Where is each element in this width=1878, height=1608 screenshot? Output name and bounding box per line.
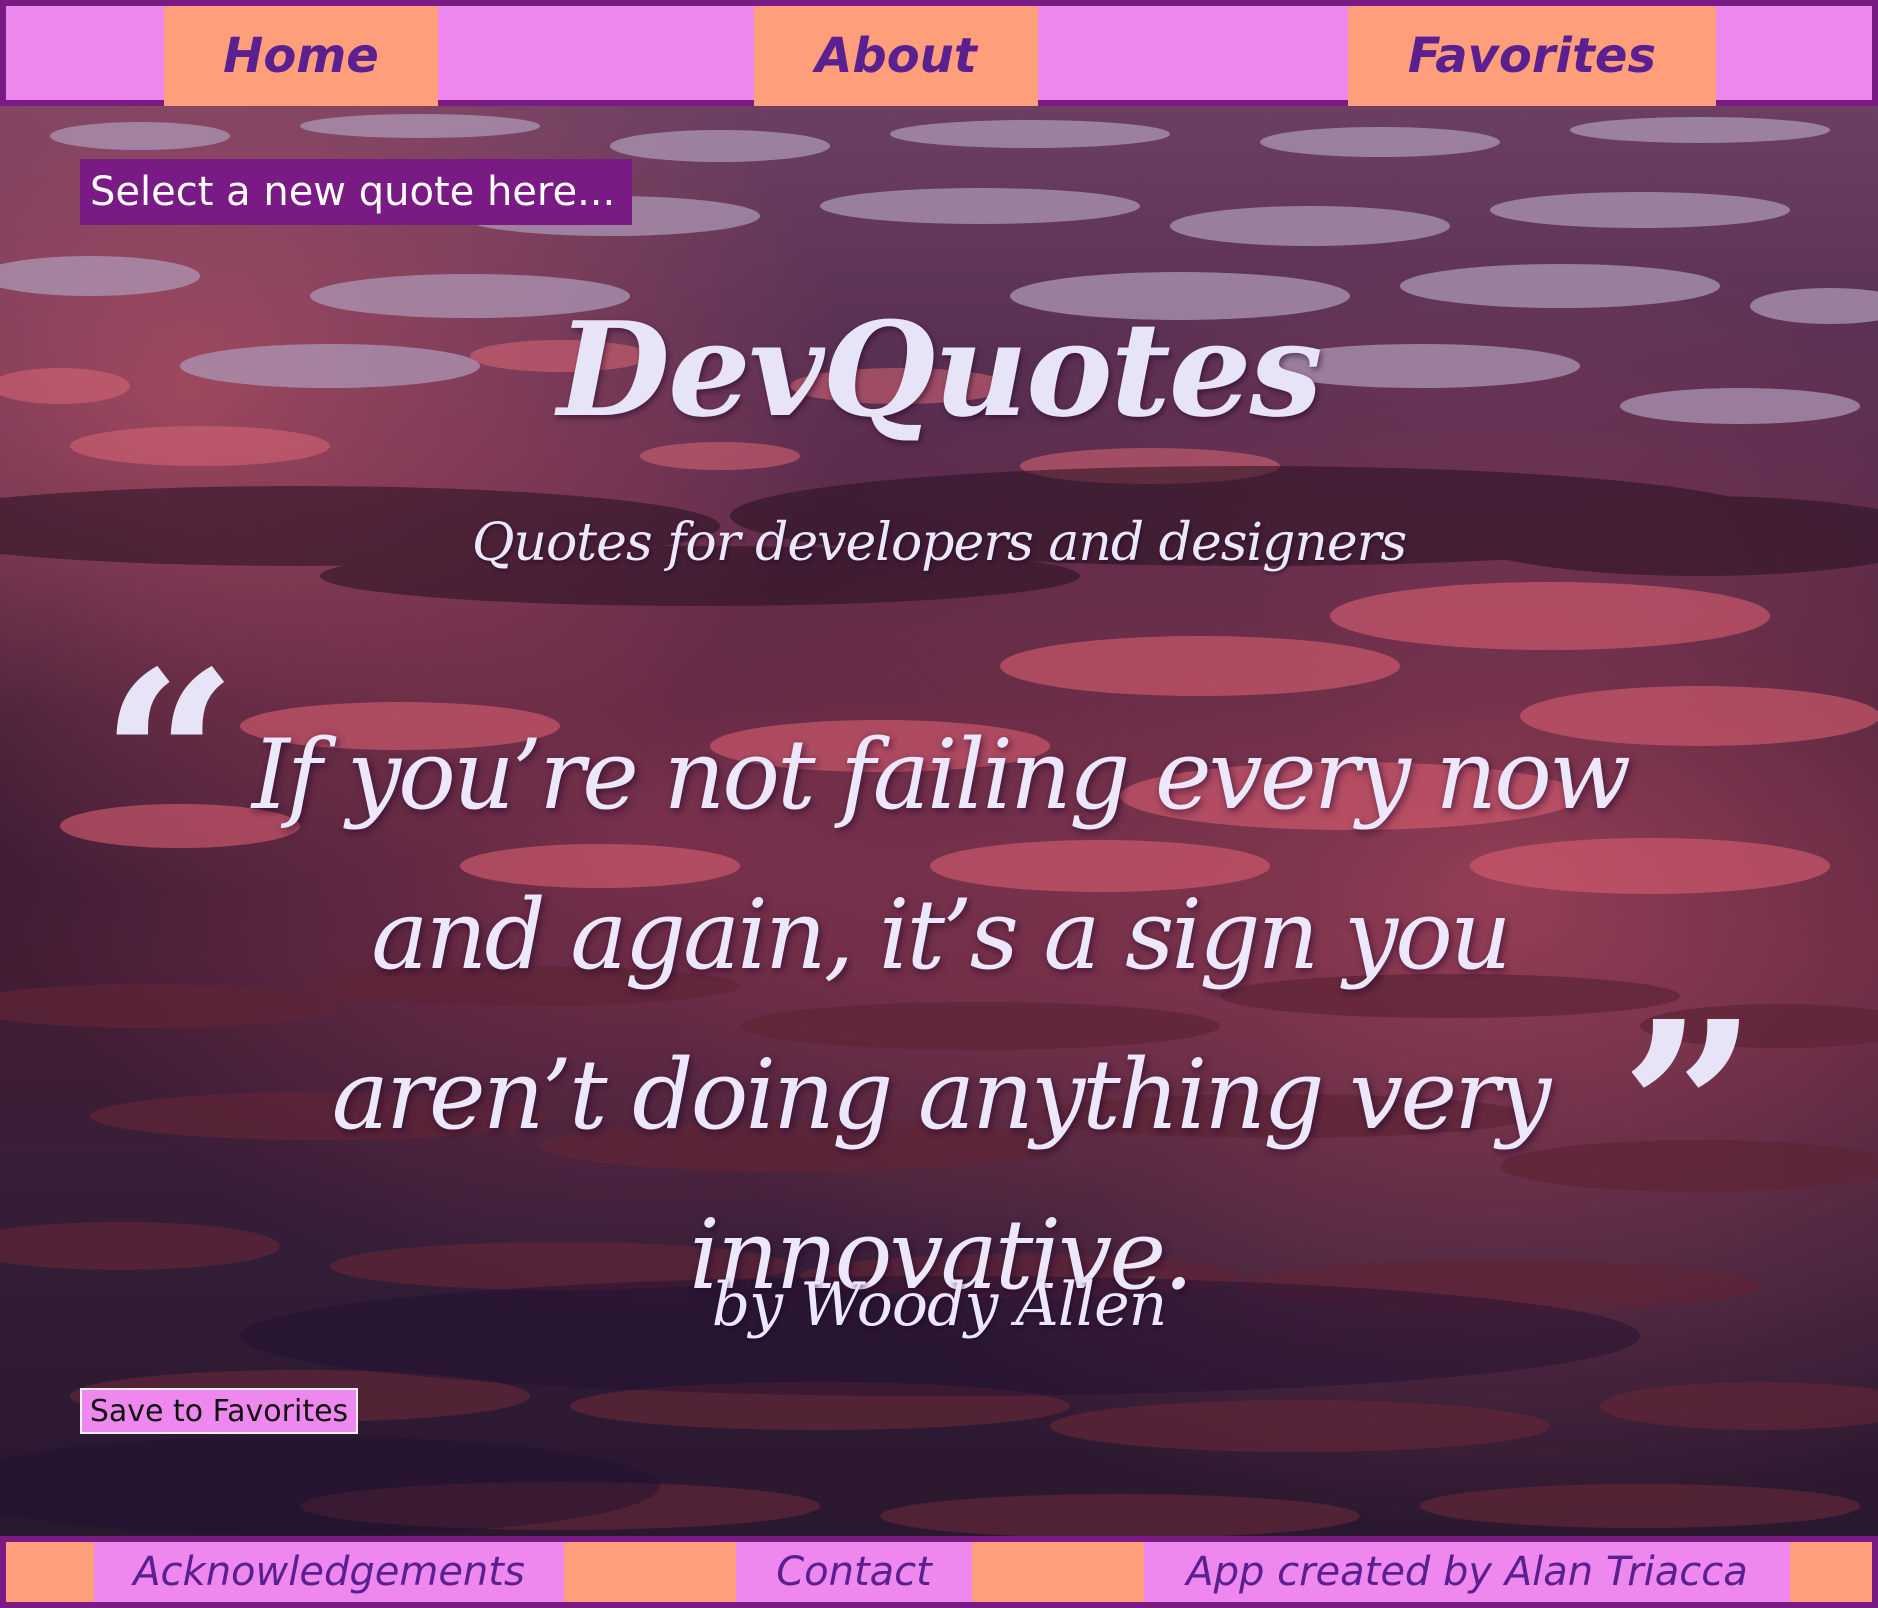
open-quote-icon: “: [100, 619, 239, 901]
quote-select-dropdown[interactable]: Select a new quote here...: [80, 159, 632, 225]
nav-favorites-link[interactable]: Favorites: [1348, 6, 1716, 106]
app-subtitle: Quotes for developers and designers: [471, 513, 1407, 573]
close-quote-icon: ”: [1620, 969, 1759, 1251]
footer: Acknowledgements Contact App created by …: [0, 1536, 1878, 1608]
app-title: DevQuotes: [557, 293, 1322, 446]
footer-contact-link[interactable]: Contact: [736, 1542, 972, 1602]
footer-acknowledgements-link[interactable]: Acknowledgements: [94, 1542, 564, 1602]
quote-text: If you’re not failing every now and agai…: [251, 719, 1631, 1311]
nav-home-link[interactable]: Home: [164, 6, 438, 106]
save-to-favorites-button[interactable]: Save to Favorites: [80, 1388, 358, 1434]
quote-author: by Woody Allen: [711, 1270, 1167, 1340]
nav-about-link[interactable]: About: [754, 6, 1038, 106]
footer-credit: App created by Alan Triacca: [1144, 1542, 1790, 1602]
top-navigation: Home About Favorites: [0, 0, 1878, 106]
